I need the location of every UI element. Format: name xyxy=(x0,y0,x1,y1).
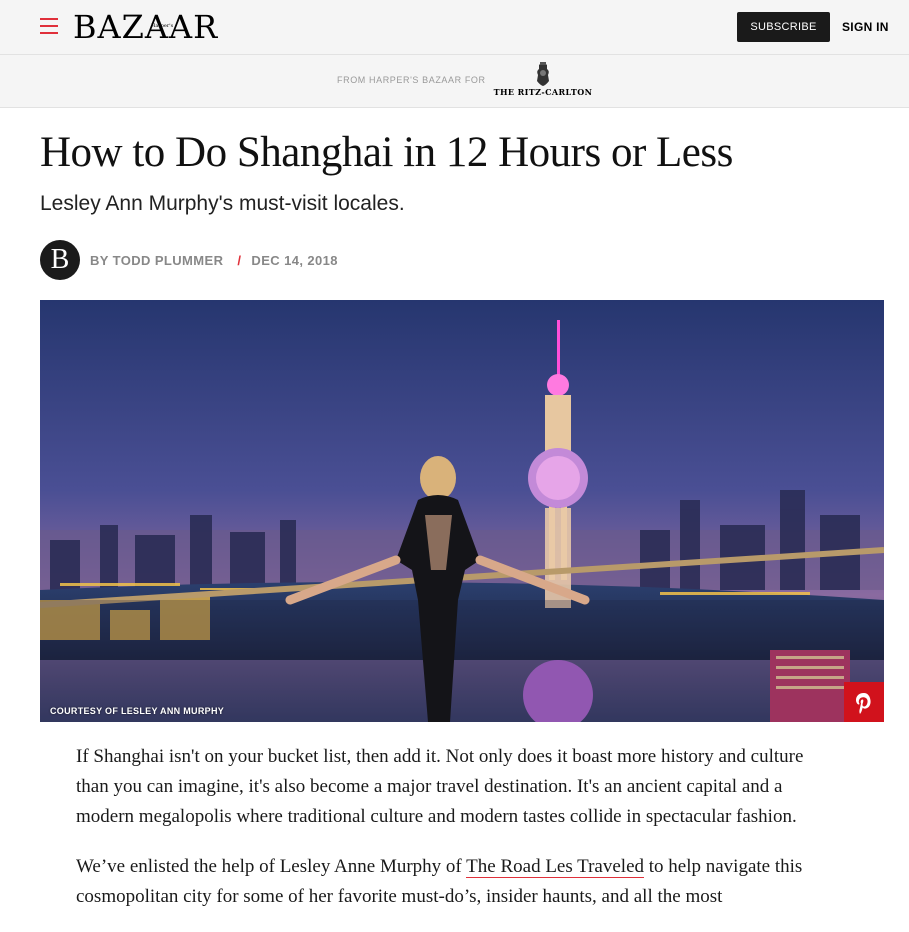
sign-in-link[interactable]: SIGN IN xyxy=(842,20,889,34)
pinterest-share-button[interactable] xyxy=(844,682,884,722)
ritz-carlton-name: THE RITZ-CARLTON xyxy=(493,87,593,97)
pinterest-icon xyxy=(856,693,871,714)
logo-text: BAZAAR xyxy=(73,8,219,46)
site-header: Harper's BAZAAR SUBSCRIBE SIGN IN xyxy=(0,0,909,55)
hero-image-illustration xyxy=(40,300,884,722)
image-credit: COURTESY OF LESLEY ANN MURPHY xyxy=(50,706,225,716)
hamburger-menu-icon[interactable] xyxy=(40,18,58,34)
publish-date: DEC 14, 2018 xyxy=(251,253,338,268)
article-dek: Lesley Ann Murphy's must-visit locales. xyxy=(40,192,405,215)
body-paragraph-text: We’ve enlisted the help of Lesley Anne M… xyxy=(76,856,467,877)
sponsor-label: FROM HARPER'S BAZAAR FOR xyxy=(337,75,486,85)
author-name-link[interactable]: TODD PLUMMER xyxy=(113,253,224,268)
article-body: If Shanghai isn't on your bucket list, t… xyxy=(76,742,836,932)
ritz-carlton-logo[interactable]: THE RITZ-CARLTON xyxy=(490,61,596,103)
byline-separator: / xyxy=(237,253,242,268)
sponsor-banner: FROM HARPER'S BAZAAR FOR THE RITZ-CARLTO… xyxy=(0,55,909,108)
body-paragraph: If Shanghai isn't on your bucket list, t… xyxy=(76,746,804,827)
bazaar-logo[interactable]: Harper's BAZAAR xyxy=(73,10,218,44)
logo-small-text: Harper's xyxy=(151,23,174,29)
road-les-traveled-link[interactable]: The Road Les Traveled xyxy=(466,856,644,878)
body-paragraph: We’ve enlisted the help of Lesley Anne M… xyxy=(76,852,836,912)
subscribe-button[interactable]: SUBSCRIBE xyxy=(737,12,830,42)
hero-image: COURTESY OF LESLEY ANN MURPHY xyxy=(40,300,884,722)
author-avatar[interactable]: B xyxy=(40,240,80,280)
article-title: How to Do Shanghai in 12 Hours or Less xyxy=(40,129,733,176)
byline-prefix: BY xyxy=(90,253,109,268)
byline-text: BY TODD PLUMMER / DEC 14, 2018 xyxy=(90,253,338,268)
ritz-carlton-lion-crest-icon xyxy=(537,62,549,86)
